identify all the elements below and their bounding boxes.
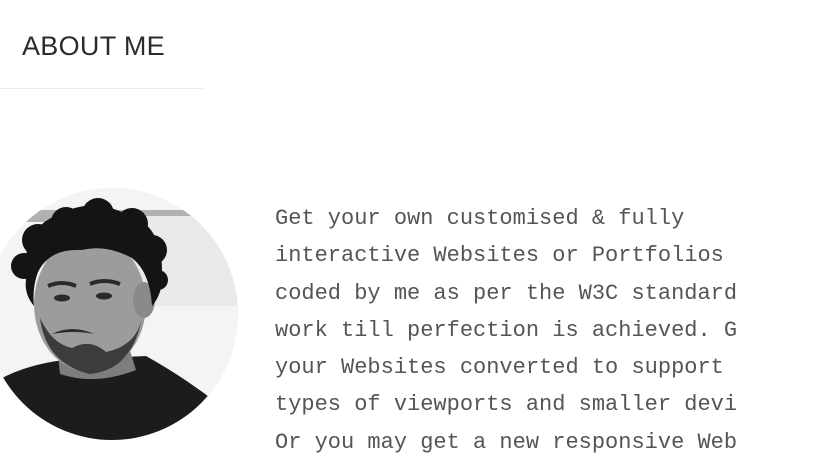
section-heading: ABOUT ME	[22, 31, 165, 61]
about-line: types of viewports and smaller devi	[275, 392, 738, 418]
about-line: coded by me as per the W3C standard	[275, 280, 738, 306]
profile-photo	[0, 188, 238, 440]
about-description: Get your own customised & fully interact…	[275, 200, 802, 460]
about-line: work till perfection is achieved. G	[275, 317, 738, 343]
about-line: your Websites converted to support	[275, 355, 724, 381]
heading-divider	[0, 88, 203, 89]
about-line: interactive Websites or Portfolios	[275, 243, 724, 269]
about-page: ABOUT ME Get your own customised & fully…	[0, 0, 819, 460]
about-line: Get your own customised & fully	[275, 206, 685, 231]
about-line: Or you may get a new responsive Web	[275, 429, 738, 455]
portrait-photo-icon	[0, 188, 238, 440]
